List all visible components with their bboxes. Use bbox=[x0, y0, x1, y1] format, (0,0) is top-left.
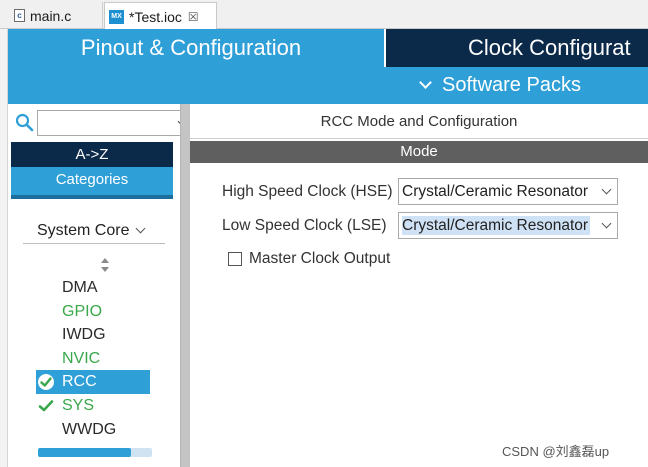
tab-pinout-configuration[interactable]: Pinout & Configuration bbox=[8, 29, 384, 67]
list-item-iwdg[interactable]: IWDG bbox=[36, 323, 150, 347]
peripheral-list: DMA GPIO IWDG NVIC RCC SYS WWDG bbox=[36, 276, 150, 441]
hse-select[interactable]: Crystal/Ceramic Resonator bbox=[398, 178, 618, 205]
software-packs-bar: Software Packs bbox=[8, 67, 648, 104]
close-icon[interactable]: ☒ bbox=[188, 10, 199, 24]
sort-az-button[interactable]: A->Z bbox=[11, 142, 173, 167]
chevron-down-icon bbox=[136, 223, 146, 233]
panel-title: RCC Mode and Configuration bbox=[320, 113, 518, 130]
list-item-label: SYS bbox=[62, 396, 95, 414]
system-core-dropdown[interactable]: System Core bbox=[23, 218, 165, 244]
scrollbar-thumb[interactable] bbox=[38, 448, 132, 457]
mx-file-icon: MX bbox=[109, 9, 124, 24]
chevron-down-icon bbox=[419, 76, 432, 89]
c-file-icon: c bbox=[14, 9, 25, 22]
check-circle-icon bbox=[38, 374, 54, 391]
master-clock-output-label: Master Clock Output bbox=[249, 250, 391, 267]
watermark: CSDN @刘鑫磊up bbox=[502, 444, 610, 459]
hse-label: High Speed Clock (HSE) bbox=[222, 182, 393, 200]
tab-main-c-label: main.c bbox=[30, 7, 72, 24]
editor-tab-bar: c main.c MX *Test.ioc ☒ bbox=[0, 0, 648, 30]
chevron-down-icon bbox=[601, 218, 612, 229]
title-divider bbox=[190, 138, 648, 139]
categories-panel: A->Z Categories System Core DMA GPIO IWD… bbox=[8, 104, 191, 467]
list-item-label: DMA bbox=[62, 279, 98, 296]
lse-select[interactable]: Crystal/Ceramic Resonator bbox=[398, 212, 618, 239]
tab-test-ioc[interactable]: MX *Test.ioc ☒ bbox=[104, 2, 217, 30]
list-item-sys[interactable]: SYS bbox=[36, 394, 150, 418]
lse-label: Low Speed Clock (LSE) bbox=[222, 216, 387, 234]
rcc-configuration-panel: RCC Mode and Configuration Mode High Spe… bbox=[190, 104, 648, 467]
tab-pinout-configuration-label: Pinout & Configuration bbox=[80, 35, 302, 60]
hse-select-value: Crystal/Ceramic Resonator bbox=[402, 183, 589, 200]
list-item-gpio[interactable]: GPIO bbox=[36, 300, 150, 324]
list-item-wwdg[interactable]: WWDG bbox=[36, 418, 150, 442]
software-packs-menu[interactable]: Software Packs bbox=[419, 74, 581, 97]
master-clock-output-row: Master Clock Output bbox=[228, 250, 390, 268]
master-clock-output-checkbox[interactable] bbox=[228, 252, 242, 266]
list-item-rcc[interactable]: RCC bbox=[36, 370, 150, 394]
list-item-label: IWDG bbox=[62, 326, 106, 344]
categories-button-underline bbox=[11, 195, 173, 199]
tab-clock-configuration[interactable]: Clock Configurat bbox=[386, 29, 648, 67]
list-item-dma[interactable]: DMA bbox=[36, 276, 150, 300]
software-packs-label: Software Packs bbox=[442, 74, 581, 96]
tab-clock-configuration-label: Clock Configurat bbox=[468, 35, 631, 60]
sort-icon[interactable] bbox=[100, 257, 110, 273]
search-icon[interactable] bbox=[15, 113, 34, 132]
list-item-label: WWDG bbox=[62, 420, 117, 438]
check-icon bbox=[38, 400, 54, 412]
list-item-label: NVIC bbox=[62, 349, 101, 367]
list-item-nvic[interactable]: NVIC bbox=[36, 347, 150, 371]
panel-splitter[interactable] bbox=[180, 104, 190, 467]
hse-row: High Speed Clock (HSE) Crystal/Ceramic R… bbox=[222, 178, 618, 205]
chevron-down-icon bbox=[601, 184, 612, 195]
search-row bbox=[15, 110, 191, 136]
list-item-label: GPIO bbox=[62, 302, 103, 320]
lse-select-value: Crystal/Ceramic Resonator bbox=[402, 216, 591, 235]
horizontal-scrollbar[interactable] bbox=[38, 448, 152, 457]
categories-button[interactable]: Categories bbox=[11, 167, 173, 195]
left-gutter bbox=[0, 29, 8, 467]
tab-test-ioc-label: *Test.ioc bbox=[129, 8, 182, 25]
mode-section-header[interactable]: Mode bbox=[190, 141, 648, 163]
list-item-label: RCC bbox=[62, 373, 97, 391]
search-input[interactable] bbox=[37, 110, 191, 136]
tab-main-c[interactable]: c main.c bbox=[0, 2, 103, 29]
system-core-label: System Core bbox=[37, 221, 130, 239]
lse-row: Low Speed Clock (LSE) Crystal/Ceramic Re… bbox=[222, 212, 618, 239]
